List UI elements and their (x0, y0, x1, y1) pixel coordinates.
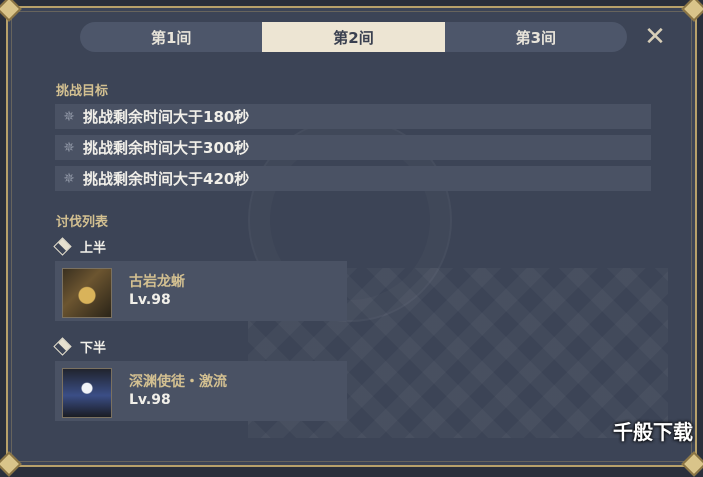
half-icon (53, 337, 72, 356)
tab-chamber-3[interactable]: 第3间 (445, 22, 627, 52)
close-icon[interactable]: ✕ (642, 24, 668, 50)
first-half-label: 上半 (53, 237, 107, 256)
enemy-name: 古岩龙蜥 (129, 274, 185, 290)
goal-text: 挑战剩余时间大于300秒 (83, 139, 250, 157)
enemy-name: 深渊使徒・激流 (129, 374, 227, 390)
chamber-tabs: 第1间 第2间 第3间 (80, 22, 627, 52)
goal-text: 挑战剩余时间大于180秒 (83, 108, 250, 126)
enemy-level: Lv.98 (129, 292, 171, 308)
enemy-card[interactable]: 古岩龙蜥 Lv.98 (55, 261, 347, 321)
goal-item: ✵ 挑战剩余时间大于300秒 (55, 135, 651, 160)
enemy-level: Lv.98 (129, 392, 171, 408)
tab-chamber-2[interactable]: 第2间 (262, 22, 445, 52)
first-half-text: 上半 (80, 241, 107, 256)
goals-title: 挑战目标 (56, 84, 109, 99)
enemy-card[interactable]: 深渊使徒・激流 Lv.98 (55, 361, 347, 421)
star-icon: ✵ (63, 170, 75, 187)
goal-item: ✵ 挑战剩余时间大于180秒 (55, 104, 651, 129)
site-watermark: 千般下载 (613, 420, 693, 444)
second-half-label: 下半 (53, 337, 107, 356)
tab-chamber-1[interactable]: 第1间 (80, 22, 262, 52)
enemy-list-title: 讨伐列表 (56, 215, 109, 230)
enemy-portrait (62, 268, 112, 318)
star-icon: ✵ (63, 108, 75, 125)
goal-item: ✵ 挑战剩余时间大于420秒 (55, 166, 651, 191)
star-icon: ✵ (63, 139, 75, 156)
half-icon (53, 237, 72, 256)
second-half-text: 下半 (80, 341, 107, 356)
goal-text: 挑战剩余时间大于420秒 (83, 170, 250, 188)
enemy-portrait (62, 368, 112, 418)
challenge-panel: 第1间 第2间 第3间 ✕ 挑战目标 ✵ 挑战剩余时间大于180秒 ✵ 挑战剩余… (6, 6, 697, 467)
